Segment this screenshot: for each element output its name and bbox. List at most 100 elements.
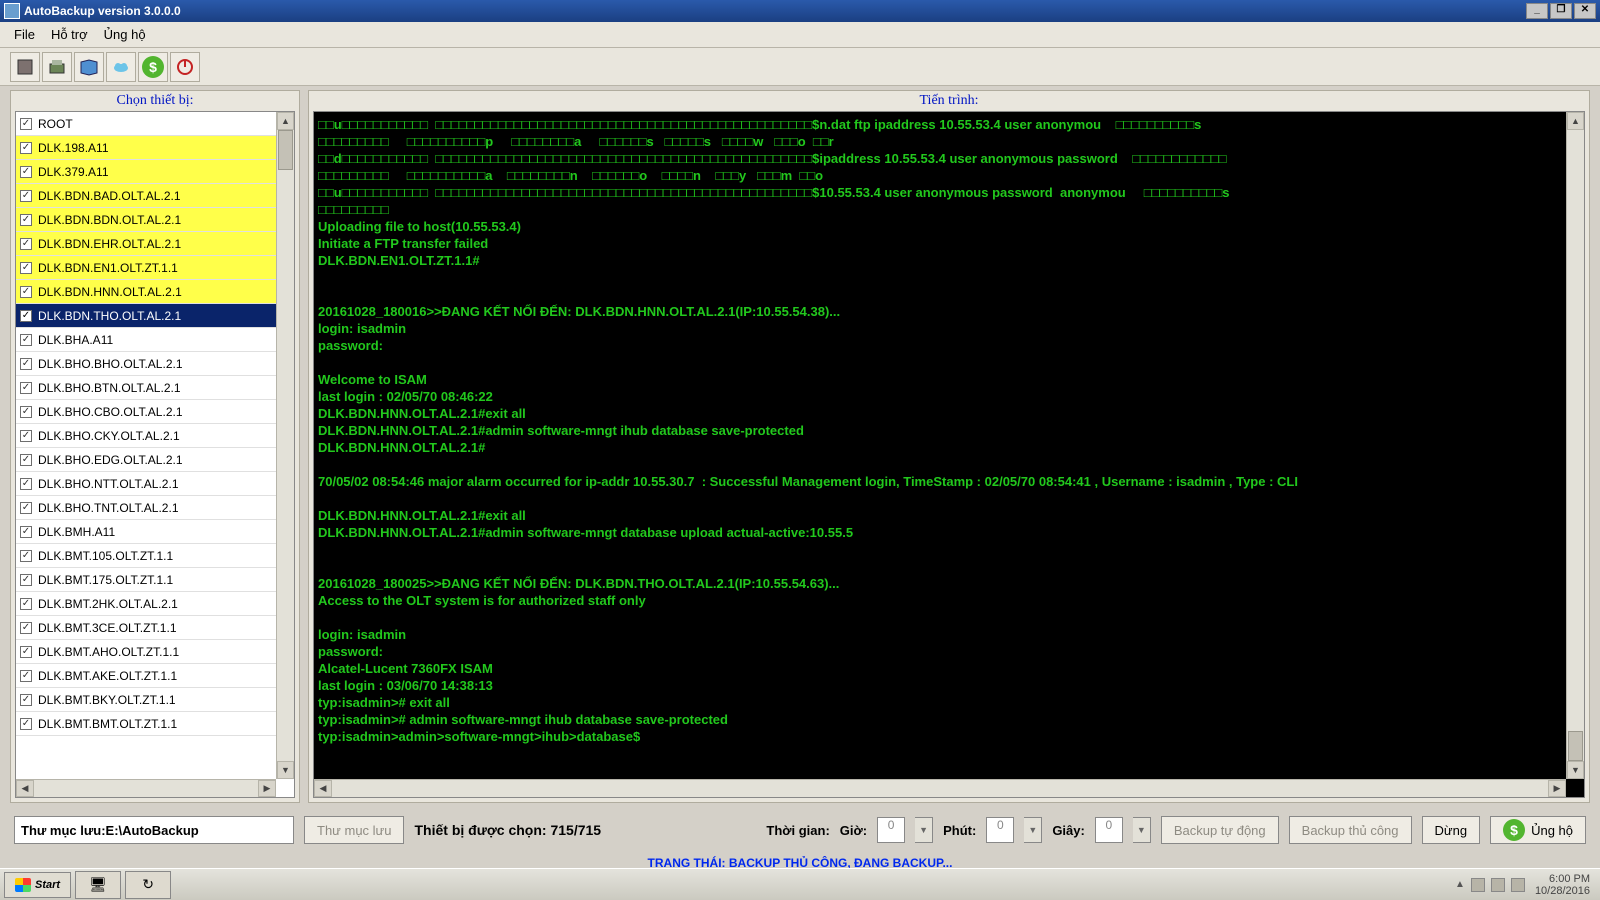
console-line: Uploading file to host(10.55.53.4) (318, 218, 1562, 235)
tool-1[interactable] (10, 52, 40, 82)
device-row[interactable]: DLK.BMT.AHO.OLT.ZT.1.1 (16, 640, 276, 664)
tool-2[interactable] (42, 52, 72, 82)
checkbox-icon[interactable] (20, 118, 32, 130)
device-row[interactable]: DLK.BDN.THO.OLT.AL.2.1 (16, 304, 276, 328)
scroll-thumb[interactable] (1568, 731, 1583, 761)
checkbox-icon[interactable] (20, 694, 32, 706)
checkbox-icon[interactable] (20, 454, 32, 466)
scroll-up-icon[interactable]: ▲ (1567, 112, 1584, 130)
device-row[interactable]: DLK.198.A11 (16, 136, 276, 160)
second-dropdown-icon[interactable]: ▼ (1133, 817, 1151, 843)
checkbox-icon[interactable] (20, 286, 32, 298)
checkbox-icon[interactable] (20, 358, 32, 370)
scroll-right-icon[interactable]: ▶ (258, 780, 276, 797)
task-tile-1[interactable]: 🖥 (75, 871, 121, 899)
console-scrollbar-horizontal[interactable]: ◀ ▶ (314, 779, 1566, 797)
device-row[interactable]: DLK.BDN.EN1.OLT.ZT.1.1 (16, 256, 276, 280)
minimize-button[interactable]: _ (1526, 3, 1548, 19)
checkbox-icon[interactable] (20, 598, 32, 610)
hour-select[interactable]: 0 (877, 817, 905, 843)
tool-power-icon[interactable] (170, 52, 200, 82)
donate-button[interactable]: $ Ủng hộ (1490, 816, 1586, 844)
tool-book-icon[interactable] (74, 52, 104, 82)
save-dir-label: Thư mục lưu: (21, 823, 106, 838)
device-root-row[interactable]: ROOT (16, 112, 276, 136)
device-row[interactable]: DLK.BMT.BKY.OLT.ZT.1.1 (16, 688, 276, 712)
device-scrollbar-vertical[interactable]: ▲ ▼ (276, 112, 294, 779)
chevron-up-icon[interactable]: ▲ (1455, 879, 1465, 890)
device-row[interactable]: DLK.BDN.BDN.OLT.AL.2.1 (16, 208, 276, 232)
console-scrollbar-vertical[interactable]: ▲ ▼ (1566, 112, 1584, 779)
checkbox-icon[interactable] (20, 646, 32, 658)
manual-backup-button[interactable]: Backup thủ công (1289, 816, 1412, 844)
tray-icon-2[interactable] (1491, 878, 1505, 892)
device-row[interactable]: DLK.BMT.AKE.OLT.ZT.1.1 (16, 664, 276, 688)
device-row[interactable]: DLK.BDN.BAD.OLT.AL.2.1 (16, 184, 276, 208)
device-row[interactable]: DLK.BMT.105.OLT.ZT.1.1 (16, 544, 276, 568)
device-row[interactable]: DLK.BDN.EHR.OLT.AL.2.1 (16, 232, 276, 256)
browse-button[interactable]: Thư mục lưu (304, 816, 404, 844)
task-tile-2[interactable]: ↻ (125, 871, 171, 899)
device-row[interactable]: DLK.BMT.3CE.OLT.ZT.1.1 (16, 616, 276, 640)
scroll-down-icon[interactable]: ▼ (1567, 761, 1584, 779)
menu-help[interactable]: Hỗ trợ (43, 25, 96, 44)
device-row[interactable]: DLK.BHO.CBO.OLT.AL.2.1 (16, 400, 276, 424)
checkbox-icon[interactable] (20, 526, 32, 538)
tool-dollar-icon[interactable]: $ (138, 52, 168, 82)
minute-dropdown-icon[interactable]: ▼ (1024, 817, 1042, 843)
checkbox-icon[interactable] (20, 142, 32, 154)
menu-file[interactable]: File (6, 25, 43, 44)
menu-donate[interactable]: Ủng hộ (96, 25, 154, 44)
device-row[interactable]: DLK.BMT.175.OLT.ZT.1.1 (16, 568, 276, 592)
checkbox-icon[interactable] (20, 166, 32, 178)
maximize-button[interactable]: ❐ (1550, 3, 1572, 19)
checkbox-icon[interactable] (20, 406, 32, 418)
checkbox-icon[interactable] (20, 670, 32, 682)
close-button[interactable]: ✕ (1574, 3, 1596, 19)
device-row[interactable]: DLK.BHA.A11 (16, 328, 276, 352)
device-row[interactable]: DLK.BHO.TNT.OLT.AL.2.1 (16, 496, 276, 520)
checkbox-icon[interactable] (20, 550, 32, 562)
minute-select[interactable]: 0 (986, 817, 1014, 843)
second-select[interactable]: 0 (1095, 817, 1123, 843)
scroll-thumb[interactable] (278, 130, 293, 170)
checkbox-icon[interactable] (20, 622, 32, 634)
scroll-right-icon[interactable]: ▶ (1548, 780, 1566, 797)
device-row[interactable]: DLK.BHO.CKY.OLT.AL.2.1 (16, 424, 276, 448)
tool-cloud-icon[interactable] (106, 52, 136, 82)
stop-button[interactable]: Dừng (1422, 816, 1481, 844)
scroll-left-icon[interactable]: ◀ (16, 780, 34, 797)
device-row[interactable]: DLK.379.A11 (16, 160, 276, 184)
clock[interactable]: 6:00 PM 10/28/2016 (1535, 873, 1590, 897)
start-button[interactable]: Start (4, 872, 71, 898)
checkbox-icon[interactable] (20, 382, 32, 394)
device-row[interactable]: DLK.BHO.BHO.OLT.AL.2.1 (16, 352, 276, 376)
hour-dropdown-icon[interactable]: ▼ (915, 817, 933, 843)
device-row[interactable]: DLK.BMT.2HK.OLT.AL.2.1 (16, 592, 276, 616)
tray-icon-3[interactable] (1511, 878, 1525, 892)
checkbox-icon[interactable] (20, 238, 32, 250)
device-row[interactable]: DLK.BMH.A11 (16, 520, 276, 544)
checkbox-icon[interactable] (20, 190, 32, 202)
scroll-up-icon[interactable]: ▲ (277, 112, 294, 130)
checkbox-icon[interactable] (20, 718, 32, 730)
tray-icon-1[interactable] (1471, 878, 1485, 892)
device-row[interactable]: DLK.BHO.EDG.OLT.AL.2.1 (16, 448, 276, 472)
device-row[interactable]: DLK.BHO.BTN.OLT.AL.2.1 (16, 376, 276, 400)
checkbox-icon[interactable] (20, 334, 32, 346)
device-row[interactable]: DLK.BDN.HNN.OLT.AL.2.1 (16, 280, 276, 304)
checkbox-icon[interactable] (20, 310, 32, 322)
checkbox-icon[interactable] (20, 262, 32, 274)
checkbox-icon[interactable] (20, 214, 32, 226)
device-row[interactable]: DLK.BMT.BMT.OLT.ZT.1.1 (16, 712, 276, 736)
save-dir-box: Thư mục lưu: E:\AutoBackup (14, 816, 294, 844)
device-row[interactable]: DLK.BHO.NTT.OLT.AL.2.1 (16, 472, 276, 496)
checkbox-icon[interactable] (20, 478, 32, 490)
scroll-down-icon[interactable]: ▼ (277, 761, 294, 779)
checkbox-icon[interactable] (20, 502, 32, 514)
checkbox-icon[interactable] (20, 574, 32, 586)
device-scrollbar-horizontal[interactable]: ◀ ▶ (16, 779, 276, 797)
checkbox-icon[interactable] (20, 430, 32, 442)
auto-backup-button[interactable]: Backup tự động (1161, 816, 1279, 844)
scroll-left-icon[interactable]: ◀ (314, 780, 332, 797)
